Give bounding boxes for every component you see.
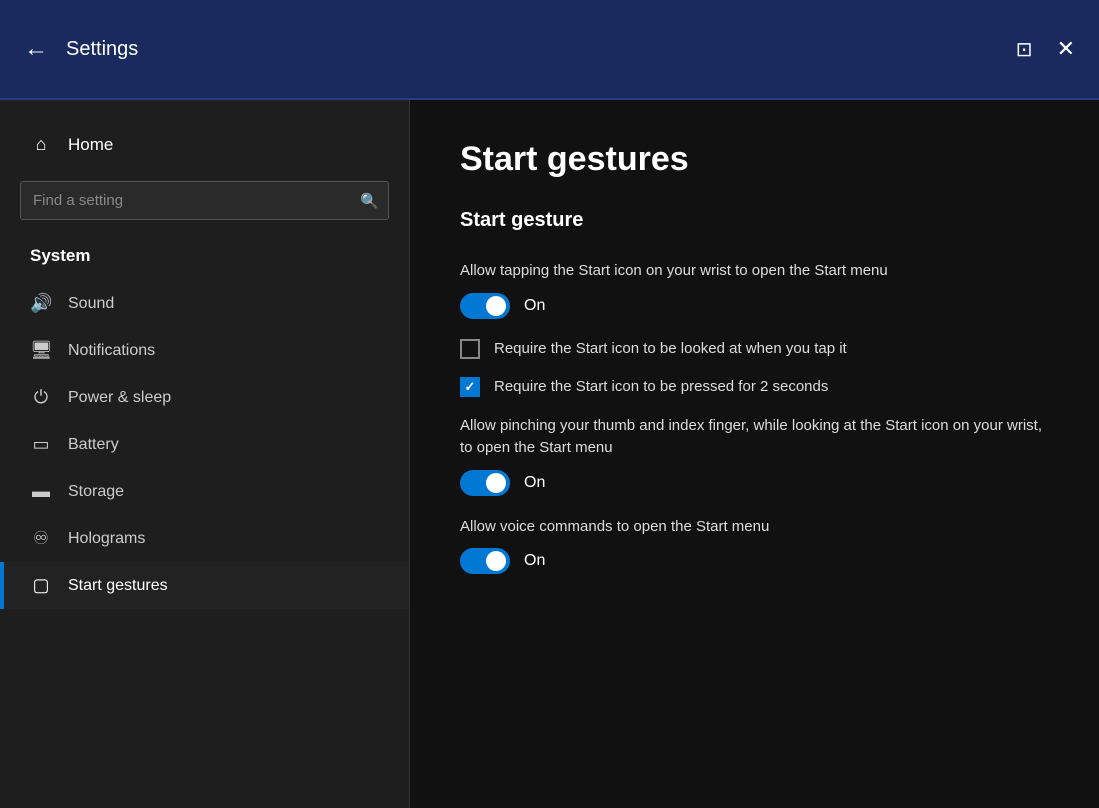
pinch-start-toggle-label: On xyxy=(524,474,545,492)
window-icon[interactable]: ⊡ xyxy=(1016,37,1033,62)
battery-icon: ▭ xyxy=(30,434,52,455)
system-section-label: System xyxy=(0,238,409,280)
pinch-start-toggle-row: On xyxy=(460,470,1049,496)
home-label: Home xyxy=(68,135,113,155)
home-icon: ⌂ xyxy=(30,134,52,155)
start-gestures-icon: ▢ xyxy=(30,575,52,596)
sound-icon: 🔊 xyxy=(30,293,52,314)
page-title: Start gestures xyxy=(460,140,1049,179)
sidebar-item-holograms[interactable]: ♾ Holograms xyxy=(0,515,409,562)
storage-label: Storage xyxy=(68,483,124,501)
sidebar-item-notifications[interactable]: 🖥 Notifications xyxy=(0,327,409,374)
sound-label: Sound xyxy=(68,295,114,313)
voice-start-slider xyxy=(460,548,510,574)
tap-start-desc: Allow tapping the Start icon on your wri… xyxy=(460,260,1049,283)
sidebar-item-battery[interactable]: ▭ Battery xyxy=(0,421,409,468)
pinch-start-toggle[interactable] xyxy=(460,470,510,496)
look-at-start-row: Require the Start icon to be looked at w… xyxy=(460,339,1049,359)
setting-look-at-start: Require the Start icon to be looked at w… xyxy=(460,339,1049,359)
sidebar-item-home[interactable]: ⌂ Home xyxy=(0,120,409,169)
look-at-start-label: Require the Start icon to be looked at w… xyxy=(494,340,847,357)
main-layout: ⌂ Home 🔍 System 🔊 Sound 🖥 Notifications … xyxy=(0,100,1099,808)
setting-tap-start: Allow tapping the Start icon on your wri… xyxy=(460,260,1049,319)
pinch-start-desc: Allow pinching your thumb and index fing… xyxy=(460,415,1049,460)
sidebar-item-sound[interactable]: 🔊 Sound xyxy=(0,280,409,327)
voice-start-toggle[interactable] xyxy=(460,548,510,574)
look-at-start-checkbox[interactable] xyxy=(460,339,480,359)
pinch-start-slider xyxy=(460,470,510,496)
window-controls: ⊡ ✕ xyxy=(1016,36,1075,62)
power-label: Power & sleep xyxy=(68,389,171,407)
sidebar: ⌂ Home 🔍 System 🔊 Sound 🖥 Notifications … xyxy=(0,100,410,808)
voice-start-desc: Allow voice commands to open the Start m… xyxy=(460,516,1049,539)
tap-start-toggle[interactable] xyxy=(460,293,510,319)
section-heading: Start gesture xyxy=(460,209,1049,232)
tap-start-slider xyxy=(460,293,510,319)
setting-voice-start: Allow voice commands to open the Start m… xyxy=(460,516,1049,575)
voice-start-toggle-label: On xyxy=(524,552,545,570)
storage-icon: ▬ xyxy=(30,481,52,502)
tap-start-toggle-label: On xyxy=(524,297,545,315)
start-gestures-label: Start gestures xyxy=(68,577,168,595)
back-button[interactable]: ← xyxy=(24,37,48,61)
battery-label: Battery xyxy=(68,436,119,454)
app-title: Settings xyxy=(66,38,1016,61)
notifications-icon: 🖥 xyxy=(30,340,52,361)
holograms-icon: ♾ xyxy=(30,528,52,549)
power-icon: ⏻ xyxy=(30,387,52,408)
title-bar: ← Settings ⊡ ✕ xyxy=(0,0,1099,100)
notifications-label: Notifications xyxy=(68,342,155,360)
sidebar-item-start-gestures[interactable]: ▢ Start gestures xyxy=(0,562,409,609)
holograms-label: Holograms xyxy=(68,530,145,548)
sidebar-item-power[interactable]: ⏻ Power & sleep xyxy=(0,374,409,421)
setting-press-2sec: Require the Start icon to be pressed for… xyxy=(460,377,1049,397)
content-area: Start gestures Start gesture Allow tappi… xyxy=(410,100,1099,808)
voice-start-toggle-row: On xyxy=(460,548,1049,574)
close-button[interactable]: ✕ xyxy=(1057,36,1075,62)
search-input[interactable] xyxy=(20,181,389,220)
search-icon: 🔍 xyxy=(360,192,379,210)
press-2sec-checkbox[interactable] xyxy=(460,377,480,397)
tap-start-toggle-row: On xyxy=(460,293,1049,319)
search-container: 🔍 xyxy=(20,181,389,220)
sidebar-item-storage[interactable]: ▬ Storage xyxy=(0,468,409,515)
press-2sec-row: Require the Start icon to be pressed for… xyxy=(460,377,1049,397)
press-2sec-label: Require the Start icon to be pressed for… xyxy=(494,378,828,395)
setting-pinch-start: Allow pinching your thumb and index fing… xyxy=(460,415,1049,496)
